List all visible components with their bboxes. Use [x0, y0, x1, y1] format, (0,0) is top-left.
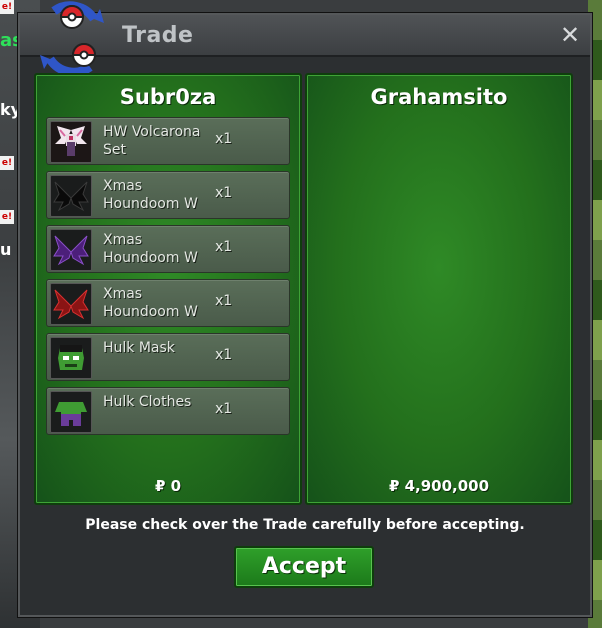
hulk-mask-icon — [50, 337, 92, 379]
purple-wings-icon — [50, 229, 92, 271]
trade-notice: Please check over the Trade carefully be… — [85, 517, 525, 533]
hulk-clothes-icon — [50, 391, 92, 433]
background-tag: e! — [0, 156, 14, 170]
item-quantity: x1 — [215, 185, 233, 201]
trade-item[interactable]: Xmas Houndoom W x1 — [46, 171, 290, 219]
item-quantity: x1 — [215, 239, 233, 255]
item-name: Xmas Houndoom W — [103, 232, 198, 266]
player-name: Subr0za — [119, 85, 217, 109]
money-amount: ₽ 4,900,000 — [388, 477, 490, 495]
my-offer-panel: Subr0za HW Volcarona Set x1 Xmas Houndoo… — [34, 73, 302, 505]
red-wings-icon — [50, 283, 92, 325]
item-name: Xmas Houndoom W — [103, 286, 198, 320]
background-tag: e! — [0, 0, 14, 14]
trade-window: Trade ✕ Subr0za HW Volcarona Set x1 Xmas… — [18, 1, 592, 617]
pokeball-logo-icon — [40, 1, 104, 77]
background-player-name: u — [0, 240, 12, 259]
item-quantity: x1 — [215, 401, 233, 417]
player-name: Grahamsito — [370, 85, 508, 109]
trade-item[interactable]: Hulk Mask x1 — [46, 333, 290, 381]
partner-offer-panel: Grahamsito ₽ 4,900,000 — [305, 73, 573, 505]
item-quantity: x1 — [215, 293, 233, 309]
accept-button[interactable]: Accept — [234, 546, 374, 588]
window-title: Trade — [122, 23, 194, 48]
item-quantity: x1 — [215, 131, 233, 147]
item-quantity: x1 — [215, 347, 233, 363]
money-amount: ₽ 0 — [154, 477, 182, 495]
trade-item[interactable]: Xmas Houndoom W x1 — [46, 225, 290, 273]
trade-item[interactable]: Hulk Clothes x1 — [46, 387, 290, 435]
item-name: HW Volcarona Set — [103, 124, 201, 158]
item-name: Hulk Mask — [103, 340, 175, 356]
trade-item[interactable]: Xmas Houndoom W x1 — [46, 279, 290, 327]
trade-item[interactable]: HW Volcarona Set x1 — [46, 117, 290, 165]
volcarona-set-icon — [50, 121, 92, 163]
background-tag: e! — [0, 210, 14, 224]
black-wings-icon — [50, 175, 92, 217]
offer-item-list: HW Volcarona Set x1 Xmas Houndoom W x1 X… — [46, 117, 290, 441]
close-button[interactable]: ✕ — [556, 21, 584, 49]
item-name: Hulk Clothes — [103, 394, 192, 410]
item-name: Xmas Houndoom W — [103, 178, 198, 212]
